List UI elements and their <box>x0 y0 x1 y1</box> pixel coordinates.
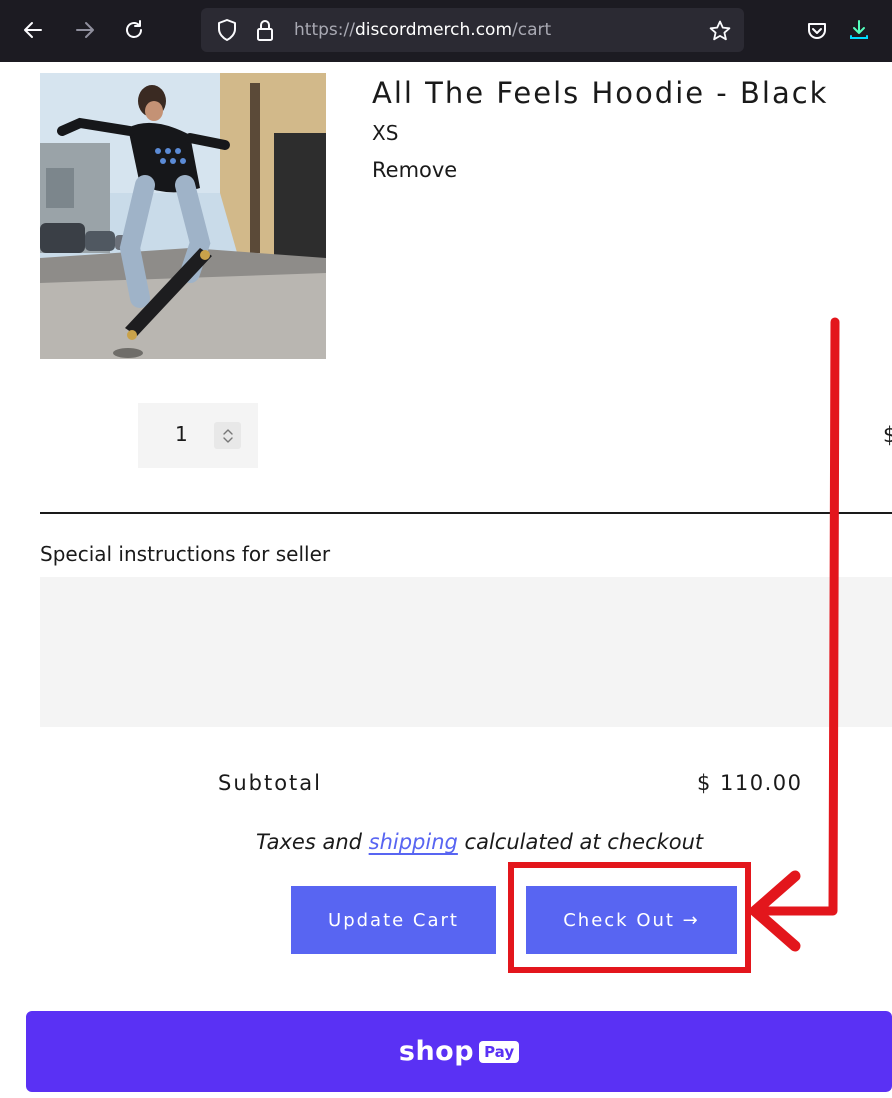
star-icon[interactable] <box>707 18 733 44</box>
quantity-value[interactable]: 1 <box>175 422 188 446</box>
lock-icon[interactable] <box>253 17 277 43</box>
shop-pay-button[interactable]: shop Pay <box>26 1011 892 1092</box>
forward-button[interactable] <box>69 14 101 46</box>
product-image[interactable] <box>40 73 326 359</box>
back-button[interactable] <box>17 14 49 46</box>
url-text[interactable]: https://discordmerch.com/cart <box>294 20 551 40</box>
pocket-icon[interactable] <box>804 18 830 44</box>
shield-icon[interactable] <box>215 18 239 42</box>
quantity-spinner[interactable] <box>214 422 241 449</box>
product-title[interactable]: All The Feels Hoodie - Black <box>372 76 828 110</box>
url-domain: discordmerch.com <box>354 20 513 40</box>
product-photo <box>40 73 326 359</box>
reload-button[interactable] <box>118 14 150 46</box>
tax-note-after: calculated at checkout <box>457 830 704 854</box>
url-scheme: https:// <box>294 20 355 40</box>
subtotal-value: $ 110.00 <box>697 771 803 795</box>
address-bar[interactable]: https://discordmerch.com/cart <box>201 8 744 52</box>
update-cart-button[interactable]: Update Cart <box>291 886 496 954</box>
shipping-link[interactable]: shipping <box>369 830 458 854</box>
download-icon[interactable] <box>846 16 872 44</box>
special-instructions-field[interactable] <box>40 577 892 727</box>
check-out-button[interactable]: Check Out → <box>526 886 737 954</box>
reload-icon <box>126 20 142 38</box>
annotation-arrow-head <box>749 870 801 952</box>
pay-badge: Pay <box>479 1040 520 1063</box>
notes-label: Special instructions for seller <box>40 542 331 566</box>
remove-link[interactable]: Remove <box>372 158 457 182</box>
shop-pay-wordmark: shop <box>398 1036 475 1067</box>
divider <box>40 512 892 514</box>
url-path: /cart <box>512 20 552 40</box>
product-variant: XS <box>372 121 399 145</box>
line-price: $ <box>883 423 892 447</box>
browser-toolbar: https://discordmerch.com/cart <box>0 0 892 62</box>
back-arrow-icon <box>24 22 42 38</box>
forward-arrow-icon <box>76 22 94 38</box>
tax-note-before: Taxes and <box>256 830 369 854</box>
subtotal-label: Subtotal <box>218 771 322 795</box>
spinner-icon <box>222 428 233 443</box>
